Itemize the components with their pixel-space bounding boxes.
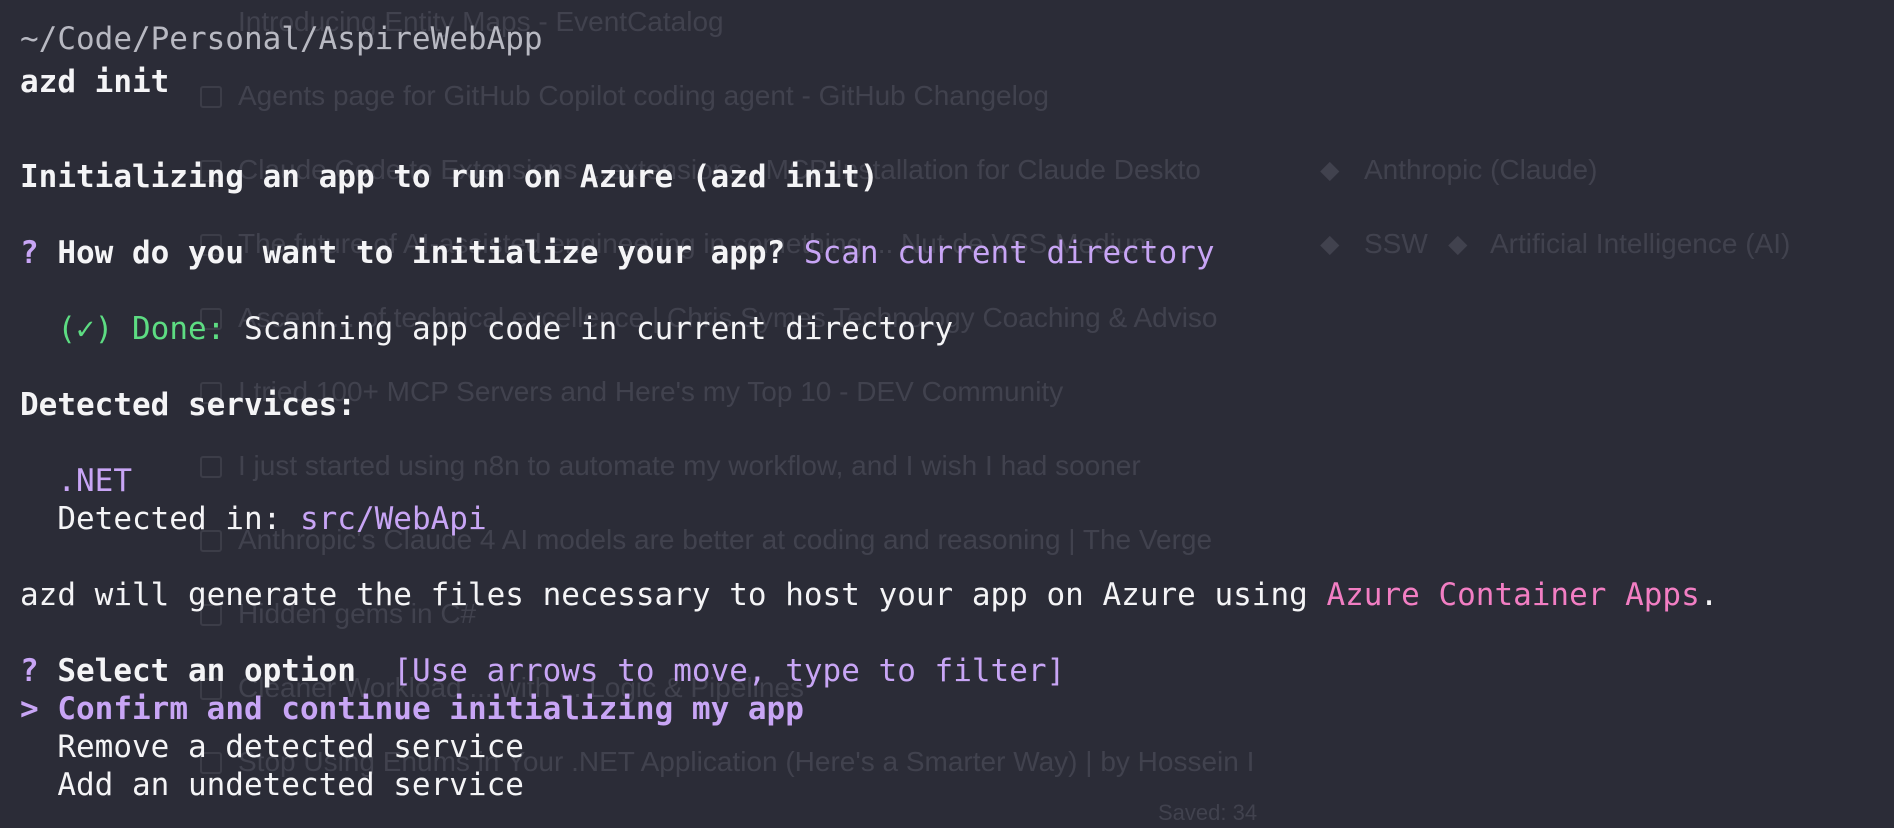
generate-prefix: azd will generate the files necessary to… xyxy=(20,577,1308,613)
option-label: Confirm and continue initializing my app xyxy=(57,691,804,727)
terminal-output: ~/Code/Personal/AspireWebApp azd init In… xyxy=(20,0,1880,828)
option-label: Remove a detected service xyxy=(57,729,524,765)
option-add-service[interactable]: Add an undetected service xyxy=(20,766,524,804)
init-prompt: ? How do you want to initialize your app… xyxy=(20,234,1215,272)
hosting-target: Azure Container Apps xyxy=(1326,577,1700,613)
service-location: Detected in: src/WebApi xyxy=(20,500,487,538)
detected-in-label: Detected in: xyxy=(57,501,282,537)
check-icon: (✓) xyxy=(57,311,114,347)
prompt-hint: [Use arrows to move, type to filter] xyxy=(393,653,1066,689)
service-name: .NET xyxy=(57,463,132,499)
command-line: azd init xyxy=(20,64,170,100)
working-directory: ~/Code/Personal/AspireWebApp xyxy=(20,21,543,57)
question-marker: ? xyxy=(20,653,39,689)
generate-suffix: . xyxy=(1699,577,1719,613)
option-confirm[interactable]: > Confirm and continue initializing my a… xyxy=(20,690,804,728)
prompt-question: Select an option xyxy=(57,653,356,689)
question-marker: ? xyxy=(20,235,39,271)
option-remove-service[interactable]: Remove a detected service xyxy=(20,728,524,766)
scan-status: (✓) Done: Scanning app code in current d… xyxy=(20,310,953,348)
prompt-answer: Scan current directory xyxy=(803,235,1215,271)
status-label: Done: xyxy=(132,311,226,347)
service-entry: .NET xyxy=(20,462,132,500)
service-path: src/WebApi xyxy=(299,501,487,537)
cursor-indicator: > xyxy=(20,691,39,727)
detected-services-header: Detected services: xyxy=(20,387,356,423)
select-prompt: ? Select an option [Use arrows to move, … xyxy=(20,652,1065,690)
init-heading: Initializing an app to run on Azure (azd… xyxy=(20,159,879,195)
generate-message: azd will generate the files necessary to… xyxy=(20,576,1718,614)
prompt-question: How do you want to initialize your app? xyxy=(57,235,786,271)
option-label: Add an undetected service xyxy=(57,767,524,803)
status-message: Scanning app code in current directory xyxy=(244,311,954,347)
